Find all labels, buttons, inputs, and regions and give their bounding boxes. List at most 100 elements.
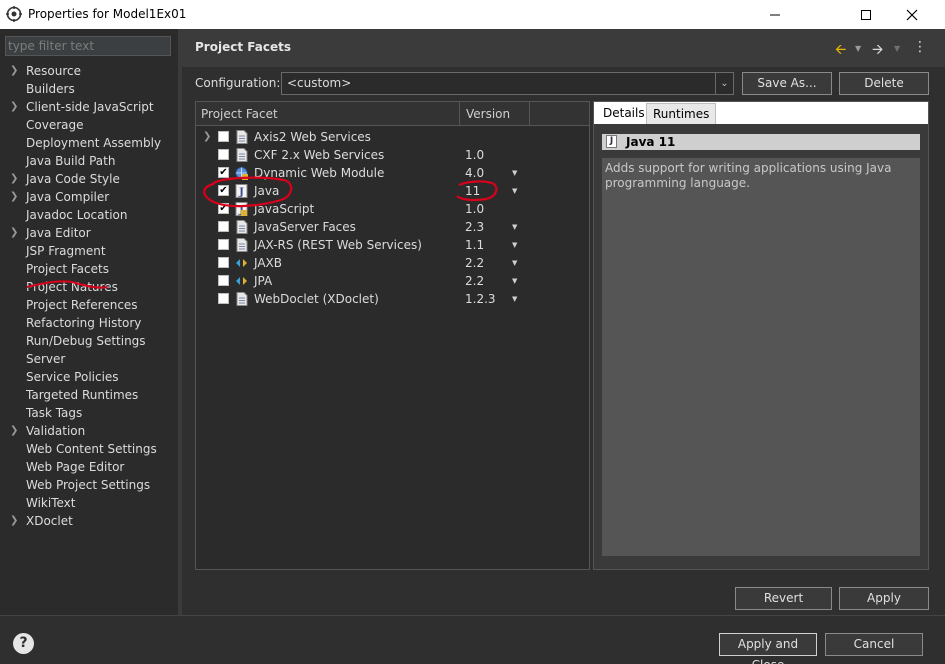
facet-row-webdoclet-xdoclet[interactable]: WebDoclet (XDoclet) 1.2.3 ▼ [196,290,589,308]
facet-checkbox[interactable] [218,275,229,286]
close-button[interactable] [889,0,935,29]
facet-version[interactable]: 1.0 [465,146,484,164]
tab-runtimes[interactable]: Runtimes [646,103,717,124]
minimize-icon [770,14,780,15]
chevron-right-icon[interactable]: ❯ [10,62,18,80]
save-as-button[interactable]: Save As... [742,72,832,95]
sidebar-item-java-compiler[interactable]: ❯ Java Compiler [0,188,178,206]
version-dropdown-icon[interactable]: ▼ [512,290,517,308]
facet-row-dynamic-web-module[interactable]: ✔ Dynamic Web Module 4.0 ▼ [196,164,589,182]
column-divider[interactable] [459,102,460,126]
sidebar-item-web-project-settings[interactable]: Web Project Settings [0,476,178,494]
filter-input[interactable]: type filter text [5,36,171,56]
chevron-right-icon[interactable]: ❯ [10,422,18,440]
sidebar-item-resource[interactable]: ❯ Resource [0,62,178,80]
sidebar-item-java-build-path[interactable]: Java Build Path [0,152,178,170]
chevron-right-icon[interactable]: ❯ [10,512,18,530]
version-dropdown-icon[interactable]: ▼ [512,218,517,236]
facet-row-jpa[interactable]: JPA 2.2 ▼ [196,272,589,290]
sidebar-item-jsp-fragment[interactable]: JSP Fragment [0,242,178,260]
facet-version[interactable]: 1.0 [465,200,484,218]
facet-version[interactable]: 2.2 [465,254,484,272]
chevron-right-icon[interactable]: ❯ [10,98,18,116]
sidebar-item-refactoring-history[interactable]: Refactoring History [0,314,178,332]
main-panel: Project Facets 🡨 ▼ 🡪 ▼ ⋮ Configuration: … [182,29,945,615]
facet-row-cxf-2-x-web-services[interactable]: CXF 2.x Web Services 1.0 [196,146,589,164]
facet-version[interactable]: 4.0 [465,164,484,182]
back-arrow-icon[interactable]: 🡨 [835,39,846,63]
sidebar-item-java-editor[interactable]: ❯ Java Editor [0,224,178,242]
facet-row-javaserver-faces[interactable]: JavaServer Faces 2.3 ▼ [196,218,589,236]
facet-version[interactable]: 2.2 [465,272,484,290]
column-header-facet[interactable]: Project Facet [201,107,278,121]
facet-checkbox[interactable]: ✔ [218,203,229,214]
facet-checkbox[interactable] [218,221,229,232]
apply-button[interactable]: Apply [839,587,929,610]
back-menu-icon[interactable]: ▼ [855,44,861,53]
revert-button[interactable]: Revert [735,587,832,610]
cancel-button[interactable]: Cancel [825,633,923,656]
sidebar-item-wikitext[interactable]: WikiText [0,494,178,512]
delete-button[interactable]: Delete [839,72,929,95]
configuration-combo[interactable]: <custom> ⌄ [281,72,734,95]
facet-checkbox[interactable] [218,149,229,160]
sidebar-item-validation[interactable]: ❯ Validation [0,422,178,440]
view-menu-icon[interactable]: ⋮ [913,39,927,55]
facet-row-axis2-web-services[interactable]: ❯ Axis2 Web Services [196,128,589,146]
version-dropdown-icon[interactable]: ▼ [512,164,517,182]
maximize-icon [861,9,871,20]
sidebar-item-project-references[interactable]: Project References [0,296,178,314]
tab-details[interactable]: Details [597,103,651,124]
chevron-right-icon[interactable]: ❯ [10,224,18,242]
sidebar-item-javadoc-location[interactable]: Javadoc Location [0,206,178,224]
facet-row-java[interactable]: ✔ J Java 11 ▼ [196,182,589,200]
version-dropdown-icon[interactable]: ▼ [512,272,517,290]
sidebar-item-coverage[interactable]: Coverage [0,116,178,134]
facet-checkbox[interactable] [218,293,229,304]
sidebar-item-label: Validation [26,424,86,438]
column-header-version[interactable]: Version [466,107,510,121]
version-dropdown-icon[interactable]: ▼ [512,236,517,254]
sidebar-item-server[interactable]: Server [0,350,178,368]
facet-checkbox[interactable]: ✔ [218,167,229,178]
version-dropdown-icon[interactable]: ▼ [512,182,517,200]
sidebar-item-targeted-runtimes[interactable]: Targeted Runtimes [0,386,178,404]
sidebar-item-java-code-style[interactable]: ❯ Java Code Style [0,170,178,188]
facet-version[interactable]: 1.1 [465,236,484,254]
java-icon: J [606,135,617,148]
sidebar-item-run-debug-settings[interactable]: Run/Debug Settings [0,332,178,350]
facet-version[interactable]: 11 [465,182,480,200]
facet-row-jax-rs-rest-web-services[interactable]: JAX-RS (REST Web Services) 1.1 ▼ [196,236,589,254]
facet-checkbox[interactable] [218,131,229,142]
sidebar-item-project-natures[interactable]: Project Natures [0,278,178,296]
sidebar-item-deployment-assembly[interactable]: Deployment Assembly [0,134,178,152]
facet-checkbox[interactable] [218,257,229,268]
sidebar-item-label: Javadoc Location [26,208,128,222]
sidebar-item-web-content-settings[interactable]: Web Content Settings [0,440,178,458]
minimize-button[interactable] [752,0,798,29]
maximize-button[interactable] [843,0,889,29]
facet-row-jaxb[interactable]: JAXB 2.2 ▼ [196,254,589,272]
sidebar-item-service-policies[interactable]: Service Policies [0,368,178,386]
forward-menu-icon[interactable]: ▼ [894,44,900,53]
sidebar-item-web-page-editor[interactable]: Web Page Editor [0,458,178,476]
help-icon[interactable]: ? [13,633,34,654]
sidebar-item-client-side-javascript[interactable]: ❯ Client-side JavaScript [0,98,178,116]
facet-row-javascript[interactable]: ✔ J JavaScript 1.0 [196,200,589,218]
chevron-right-icon[interactable]: ❯ [10,188,18,206]
version-dropdown-icon[interactable]: ▼ [512,254,517,272]
facet-checkbox[interactable] [218,239,229,250]
facet-checkbox[interactable]: ✔ [218,185,229,196]
sidebar-item-project-facets[interactable]: Project Facets [0,260,178,278]
chevron-right-icon[interactable]: ❯ [203,128,211,146]
sidebar-item-builders[interactable]: Builders [0,80,178,98]
apply-and-close-button[interactable]: Apply and Close [719,633,817,664]
facet-version[interactable]: 1.2.3 [465,290,496,308]
chevron-down-icon[interactable]: ⌄ [715,73,733,94]
chevron-right-icon[interactable]: ❯ [10,170,18,188]
sidebar-item-task-tags[interactable]: Task Tags [0,404,178,422]
sidebar-item-xdoclet[interactable]: ❯ XDoclet [0,512,178,530]
column-divider[interactable] [529,102,530,126]
forward-arrow-icon[interactable]: 🡪 [872,39,883,63]
facet-version[interactable]: 2.3 [465,218,484,236]
